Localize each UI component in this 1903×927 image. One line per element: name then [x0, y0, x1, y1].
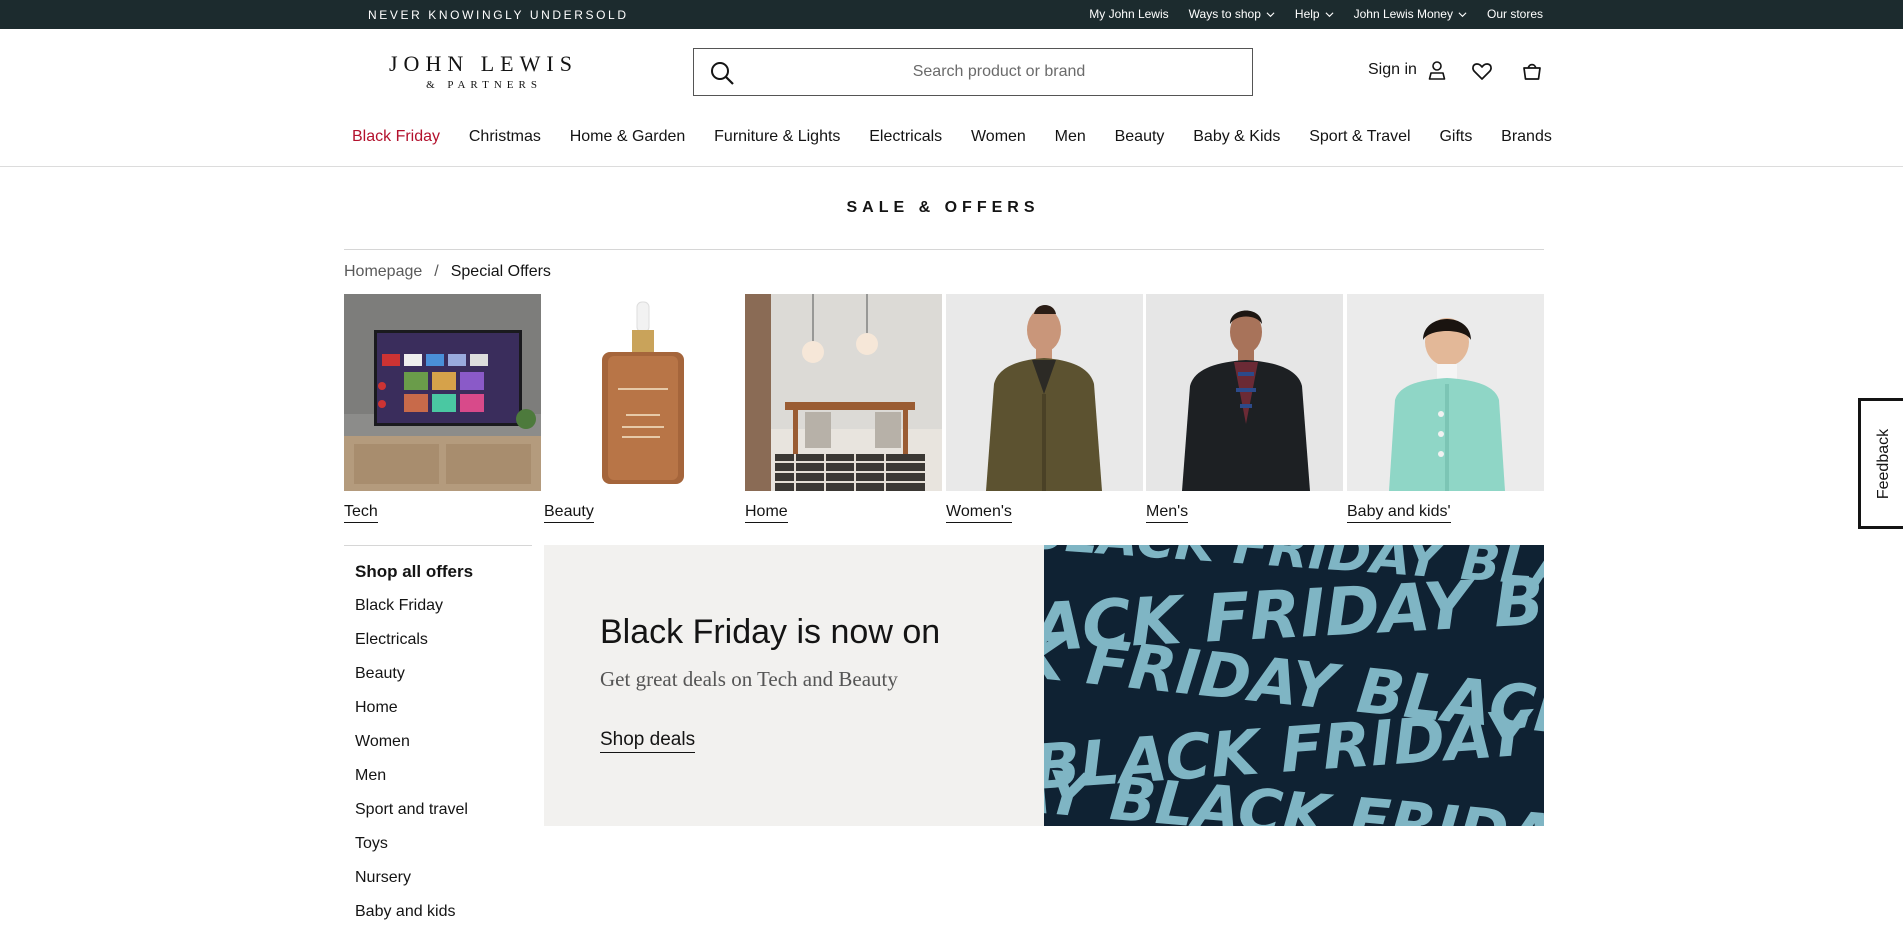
- category-tile-tech[interactable]: Tech: [344, 294, 541, 523]
- nav-item-home-garden[interactable]: Home & Garden: [570, 128, 686, 146]
- sidebar-link-sport-travel[interactable]: Sport and travel: [355, 800, 473, 834]
- tile-image-beauty[interactable]: [544, 294, 741, 491]
- sidebar-link-black-friday[interactable]: Black Friday: [355, 596, 473, 630]
- black-friday-promo-image[interactable]: BLACK FRIDAY BLA ACK FRIDAY BLA K FRIDAY…: [1044, 545, 1544, 826]
- utility-link-label: Help: [1294, 7, 1320, 21]
- sidebar-link-toys[interactable]: Toys: [355, 834, 473, 868]
- tile-image-mens[interactable]: [1146, 294, 1343, 491]
- nav-item-sport-travel[interactable]: Sport & Travel: [1309, 128, 1410, 146]
- category-tile-beauty[interactable]: Beauty: [544, 294, 741, 523]
- tile-image-baby-kids[interactable]: [1347, 294, 1544, 491]
- utility-links: My John Lewis Ways to shop Help John Lew…: [1089, 7, 1543, 21]
- john-lewis-logo[interactable]: JOHN LEWIS & PARTNERS: [389, 51, 579, 93]
- sidebar-link-baby-kids[interactable]: Baby and kids: [355, 902, 473, 927]
- basket-icon[interactable]: [1521, 60, 1543, 82]
- breadcrumb-separator: /: [434, 263, 439, 280]
- mens-coat-image: [1146, 294, 1343, 491]
- breadcrumb-home-link[interactable]: Homepage: [344, 263, 422, 281]
- tile-label[interactable]: Home: [745, 503, 788, 523]
- feedback-label: Feedback: [1874, 428, 1892, 499]
- promo-subtext: Get great deals on Tech and Beauty: [600, 667, 898, 691]
- black-friday-promo: Black Friday is now on Get great deals o…: [544, 545, 1044, 826]
- tile-label[interactable]: Beauty: [544, 503, 594, 523]
- search-box: [693, 48, 1253, 96]
- chevron-down-icon: [1458, 11, 1467, 17]
- user-icon: [1428, 61, 1446, 80]
- nav-item-women[interactable]: Women: [971, 128, 1026, 146]
- dining-room-image: [745, 294, 942, 491]
- utility-link-label: Ways to shop: [1188, 7, 1261, 21]
- sidebar-link-men[interactable]: Men: [355, 766, 473, 800]
- utility-link-john-lewis-money[interactable]: John Lewis Money: [1354, 7, 1467, 21]
- utility-link-label: John Lewis Money: [1353, 7, 1453, 21]
- utility-link-our-stores[interactable]: Our stores: [1487, 7, 1543, 21]
- utility-link-help[interactable]: Help: [1295, 7, 1334, 21]
- sidebar-divider: [344, 545, 532, 546]
- tile-label[interactable]: Men's: [1146, 503, 1189, 523]
- shop-deals-link[interactable]: Shop deals: [600, 729, 696, 753]
- sidebar-title: Shop all offers: [355, 562, 474, 581]
- womens-jacket-image: [946, 294, 1143, 491]
- nav-item-gifts[interactable]: Gifts: [1439, 128, 1472, 146]
- sidebar-link-home[interactable]: Home: [355, 698, 473, 732]
- chevron-down-icon: [1266, 11, 1275, 17]
- nav-item-christmas[interactable]: Christmas: [469, 128, 541, 146]
- utility-link-my-john-lewis[interactable]: My John Lewis: [1089, 7, 1168, 21]
- feedback-tab[interactable]: Feedback: [1858, 398, 1903, 529]
- sidebar-link-nursery[interactable]: Nursery: [355, 868, 473, 902]
- primary-nav: Black Friday Christmas Home & Garden Fur…: [352, 128, 1552, 146]
- chevron-down-icon: [1325, 11, 1334, 17]
- sidebar-link-beauty[interactable]: Beauty: [355, 664, 473, 698]
- nav-divider: [0, 166, 1903, 167]
- logo-subline: & PARTNERS: [426, 79, 542, 91]
- tile-image-womens[interactable]: [946, 294, 1143, 491]
- logo-wordmark: JOHN LEWIS: [389, 51, 578, 76]
- search-icon[interactable]: [709, 60, 735, 86]
- nav-item-electricals[interactable]: Electricals: [869, 128, 942, 146]
- sidebar-link-electricals[interactable]: Electricals: [355, 630, 473, 664]
- nav-item-men[interactable]: Men: [1055, 128, 1086, 146]
- page-title: SALE & OFFERS: [846, 199, 1040, 216]
- search-input[interactable]: [754, 49, 1244, 95]
- heart-icon[interactable]: [1471, 60, 1493, 82]
- nav-item-black-friday[interactable]: Black Friday: [352, 128, 440, 146]
- black-friday-graphic: BLACK FRIDAY BLA ACK FRIDAY BLA K FRIDAY…: [1044, 545, 1544, 826]
- category-tile-mens[interactable]: Men's: [1146, 294, 1343, 523]
- tv-on-sideboard-image: [344, 294, 541, 491]
- promo-headline: Black Friday is now on: [600, 613, 941, 651]
- title-divider: [344, 249, 1544, 250]
- category-tile-home[interactable]: Home: [745, 294, 942, 523]
- foundation-bottle-image: [544, 294, 741, 491]
- category-tile-baby-kids[interactable]: Baby and kids': [1347, 294, 1544, 523]
- kids-cardigan-image: [1347, 294, 1544, 491]
- utility-bar: Never knowingly undersold My John Lewis …: [0, 0, 1903, 29]
- offers-sidebar: Shop all offers Black Friday Electricals…: [355, 562, 473, 927]
- breadcrumb: Homepage / Special Offers: [344, 263, 551, 281]
- utility-link-label: My John Lewis: [1089, 7, 1169, 21]
- sign-in-button[interactable]: Sign in: [1368, 60, 1447, 80]
- tile-label[interactable]: Baby and kids': [1347, 503, 1451, 523]
- nav-item-furniture-lights[interactable]: Furniture & Lights: [714, 128, 840, 146]
- tile-label[interactable]: Women's: [946, 503, 1012, 523]
- tagline: Never knowingly undersold: [368, 8, 629, 22]
- breadcrumb-current: Special Offers: [450, 263, 551, 280]
- nav-item-beauty[interactable]: Beauty: [1115, 128, 1165, 146]
- utility-link-ways-to-shop[interactable]: Ways to shop: [1189, 7, 1275, 21]
- category-tile-womens[interactable]: Women's: [946, 294, 1143, 523]
- tile-label[interactable]: Tech: [344, 503, 378, 523]
- tile-image-tech[interactable]: [344, 294, 541, 491]
- utility-link-label: Our stores: [1486, 7, 1543, 21]
- sidebar-link-women[interactable]: Women: [355, 732, 473, 766]
- nav-item-brands[interactable]: Brands: [1501, 128, 1552, 146]
- tile-image-home[interactable]: [745, 294, 942, 491]
- sign-in-label: Sign in: [1368, 61, 1417, 78]
- nav-item-baby-kids[interactable]: Baby & Kids: [1193, 128, 1280, 146]
